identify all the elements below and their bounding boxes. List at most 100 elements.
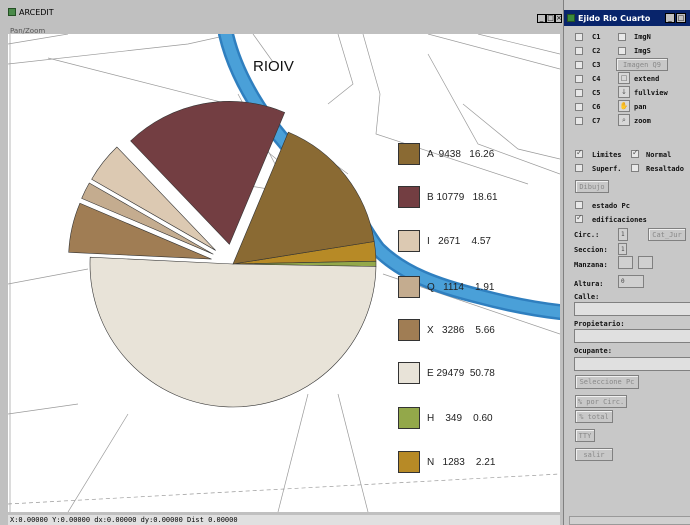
checkbox-imgn[interactable]: [618, 33, 626, 41]
map-canvas[interactable]: RIOIV A 9438 16.26 B 10779 18.61 I 2671 …: [8, 34, 560, 512]
pie-chart: [68, 101, 377, 408]
map-title: RIOIV: [253, 58, 294, 75]
legend-label-i: I 2671 4.57: [427, 235, 491, 247]
legend-label-e: E 29479 50.78: [427, 367, 495, 379]
dibujo-button[interactable]: Dibujo: [575, 180, 609, 193]
extend-icon[interactable]: □: [618, 72, 630, 84]
zoom-magnifier-icon[interactable]: ⌕: [618, 114, 630, 126]
close-button[interactable]: ×: [555, 14, 562, 23]
checkbox-limites[interactable]: [575, 148, 583, 158]
label-c7: C7: [592, 117, 601, 125]
label-imgs: ImgS: [634, 47, 651, 55]
checkbox-c5[interactable]: [575, 89, 583, 97]
pan-hand-icon[interactable]: ✋: [618, 100, 630, 112]
window-title: ARCEDIT: [19, 7, 54, 17]
legend-label-a: A 9438 16.26: [427, 148, 495, 160]
pct-total-button[interactable]: % total: [575, 410, 613, 423]
legend-item-q: Q 1114 1.91: [398, 276, 560, 298]
legend-label-h: H 349 0.60: [427, 412, 493, 424]
legend-item-h: H 349 0.60: [398, 407, 560, 429]
side-app-icon: [567, 14, 575, 22]
legend-item-b: B 10779 18.61: [398, 186, 560, 208]
tty-button[interactable]: TTY: [575, 429, 595, 442]
label-estado-pc: estado Pc: [592, 202, 630, 210]
legend-swatch-b: [398, 186, 420, 208]
label-edificaciones: edificaciones: [592, 216, 647, 224]
legend-item-e: E 29479 50.78: [398, 362, 560, 384]
checkbox-c2[interactable]: [575, 47, 583, 55]
label-c4: C4: [592, 75, 601, 83]
checkbox-imgs[interactable]: [618, 47, 626, 55]
main-titlebar[interactable]: ARCEDIT: [0, 0, 562, 24]
checkbox-c3[interactable]: [575, 61, 583, 69]
main-window: ARCEDIT _ □ × Pan/Zoom RIOIV A 9438 16.2…: [0, 0, 562, 525]
label-ocupante: Ocupante:: [574, 347, 612, 355]
label-c3: C3: [592, 61, 601, 69]
cat-jur-button[interactable]: Cat_Jur: [648, 228, 686, 241]
checkbox-c1[interactable]: [575, 33, 583, 41]
label-circ: Circ.:: [574, 231, 600, 239]
checkbox-superf[interactable]: [575, 164, 583, 172]
label-c6: C6: [592, 103, 601, 111]
label-pan: pan: [634, 103, 647, 111]
label-altura: Altura:: [574, 280, 604, 288]
legend-swatch-x: [398, 319, 420, 341]
checkbox-normal[interactable]: [631, 148, 639, 158]
checkbox-edificaciones[interactable]: [575, 213, 583, 223]
status-bar: X:0.00000 Y:0.00000 dx:0.00000 dy:0.0000…: [8, 515, 560, 525]
circ-field[interactable]: 1: [618, 228, 628, 241]
checkbox-estado-pc[interactable]: [575, 201, 583, 209]
manzana-field-2[interactable]: [638, 256, 653, 269]
label-c2: C2: [592, 47, 601, 55]
legend-swatch-n: [398, 451, 420, 473]
altura-field[interactable]: 0: [618, 275, 644, 288]
maximize-button[interactable]: □: [546, 14, 555, 23]
legend-swatch-e: [398, 362, 420, 384]
label-calle: Calle:: [574, 293, 600, 301]
label-manzana: Manzana:: [574, 261, 608, 269]
legend-swatch-a: [398, 143, 420, 165]
label-seccion: Seccion:: [574, 246, 608, 254]
manzana-field-1[interactable]: [618, 256, 633, 269]
seleccione-pc-button[interactable]: Seleccione Pc: [575, 375, 639, 389]
checkbox-c4[interactable]: [575, 75, 583, 83]
legend-swatch-i: [398, 230, 420, 252]
fullview-icon[interactable]: ↓: [618, 86, 630, 98]
label-limites: Limites: [592, 151, 622, 159]
checkbox-c7[interactable]: [575, 117, 583, 125]
propietario-field[interactable]: [574, 329, 690, 343]
side-panel: Ejido Rio Cuarto _ □ C1 C2 C3 C4 C5 C6 C…: [563, 0, 690, 525]
label-c1: C1: [592, 33, 601, 41]
legend-label-b: B 10779 18.61: [427, 191, 498, 203]
calle-field[interactable]: [574, 302, 690, 316]
legend-item-a: A 9438 16.26: [398, 143, 560, 165]
legend-item-n: N 1283 2.21: [398, 451, 560, 473]
label-normal: Normal: [646, 151, 672, 159]
side-maximize-button[interactable]: □: [676, 13, 686, 23]
label-zoom: zoom: [634, 117, 651, 125]
legend-swatch-q: [398, 276, 420, 298]
ocupante-field[interactable]: [574, 357, 690, 371]
side-title: Ejido Rio Cuarto: [578, 13, 651, 23]
checkbox-c6[interactable]: [575, 103, 583, 111]
side-minimize-button[interactable]: _: [665, 13, 675, 23]
label-c5: C5: [592, 89, 601, 97]
seccion-field[interactable]: 1: [618, 243, 627, 255]
app-icon: [8, 8, 16, 16]
label-imgn: ImgN: [634, 33, 651, 41]
label-superf: Superf.: [592, 165, 622, 173]
label-resaltado: Resaltado: [646, 165, 684, 173]
map-svg: [8, 34, 560, 512]
legend-item-i: I 2671 4.57: [398, 230, 560, 252]
legend-label-q: Q 1114 1.91: [427, 281, 495, 293]
legend-item-x: X 3286 5.66: [398, 319, 560, 341]
imagen-q9-button[interactable]: Imagen Q9: [616, 58, 668, 71]
minimize-button[interactable]: _: [537, 14, 546, 23]
label-extend: extend: [634, 75, 660, 83]
label-propietario: Propietario:: [574, 320, 625, 328]
checkbox-resaltado[interactable]: [631, 164, 639, 172]
pct-por-circ-button[interactable]: % por Circ.: [575, 395, 627, 408]
legend-swatch-h: [398, 407, 420, 429]
legend-label-x: X 3286 5.66: [427, 324, 495, 336]
salir-button[interactable]: salir: [575, 448, 613, 461]
